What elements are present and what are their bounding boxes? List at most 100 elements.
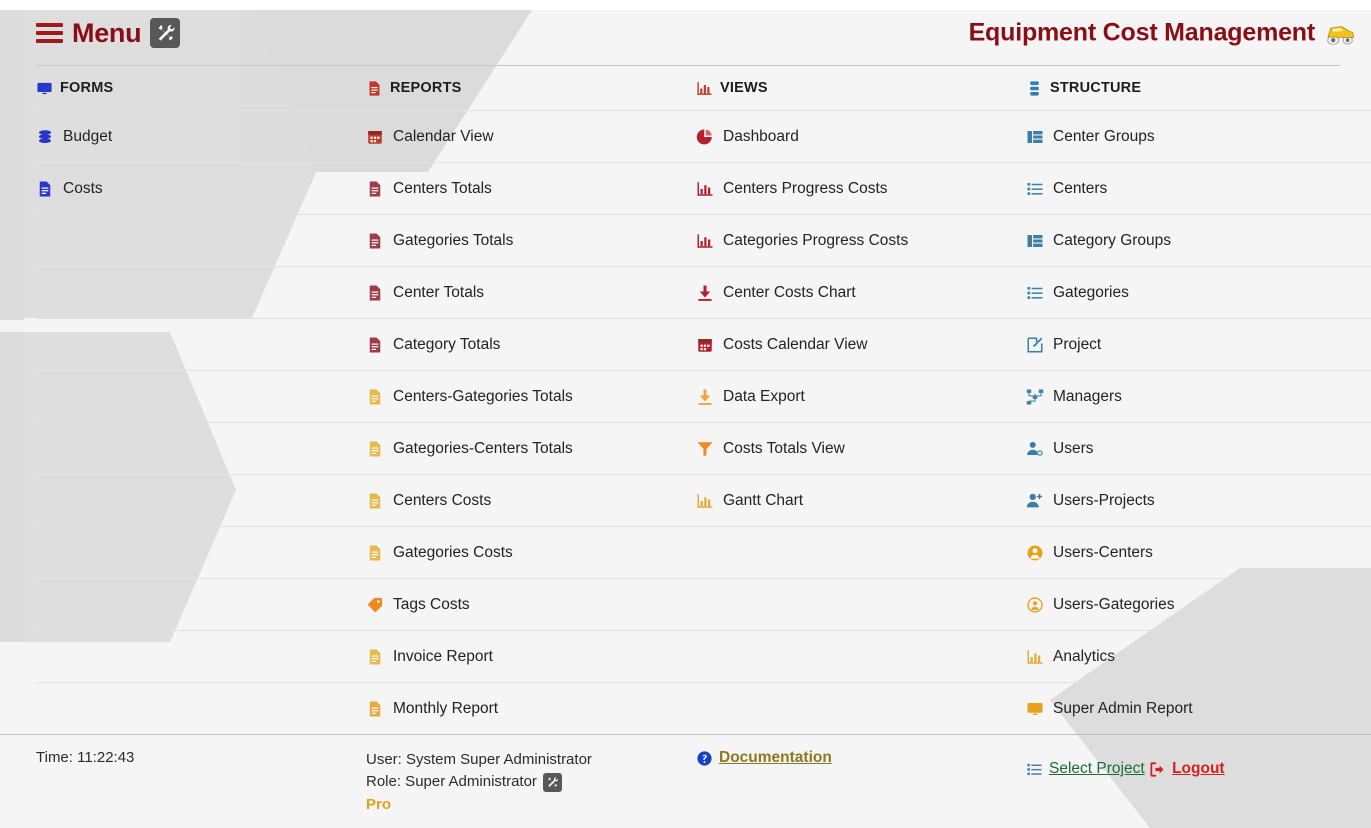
table-rows-icon [1026, 128, 1044, 146]
menu-button[interactable]: Menu [36, 18, 180, 49]
menu-grid: FORMS Budget Costs [0, 66, 1371, 734]
select-project-link[interactable]: Select Project [1026, 760, 1145, 778]
documentation-link[interactable]: Documentation [696, 749, 832, 767]
file-lines-icon [366, 180, 384, 198]
tools-icon[interactable] [150, 18, 180, 48]
list-icon [1026, 284, 1044, 302]
column-header-views: VIEWS [696, 66, 1026, 110]
menu-item-users[interactable]: Users [1026, 422, 1371, 474]
file-lines-icon [366, 232, 384, 250]
user-circle-outline-icon [1026, 596, 1044, 614]
menu-item-data-export[interactable]: Data Export [696, 370, 1026, 422]
menu-item-centers-gategories-totals[interactable]: Centers-Gategories Totals [366, 370, 696, 422]
file-lines-icon [366, 648, 384, 666]
menu-item-users-centers[interactable]: Users-Centers [1026, 526, 1371, 578]
spacer-row [696, 630, 1026, 682]
footer-docs-block: Documentation [696, 749, 1026, 817]
footer-role-row: Role: Super Administrator [366, 771, 696, 793]
menu-item-centers-totals[interactable]: Centers Totals [366, 162, 696, 214]
menu-item-managers[interactable]: Managers [1026, 370, 1371, 422]
menu-item-project[interactable]: Project [1026, 318, 1371, 370]
menu-item-categories-progress-costs[interactable]: Categories Progress Costs [696, 214, 1026, 266]
menu-item-label: Center Groups [1053, 128, 1155, 146]
list-icon [1026, 761, 1043, 778]
column-title: VIEWS [720, 80, 768, 96]
menu-item-budget[interactable]: Budget [36, 110, 366, 162]
menu-item-label: Category Groups [1053, 232, 1171, 250]
menu-item-tags-costs[interactable]: Tags Costs [366, 578, 696, 630]
menu-item-label: Centers [1053, 180, 1107, 198]
menu-item-label: Data Export [723, 388, 805, 406]
calendar-icon [366, 128, 384, 146]
column-title: FORMS [60, 80, 113, 96]
menu-item-gategories-totals[interactable]: Gategories Totals [366, 214, 696, 266]
column-title: STRUCTURE [1050, 80, 1141, 96]
menu-item-users-gategories[interactable]: Users-Gategories [1026, 578, 1371, 630]
menu-item-costs-calendar-view[interactable]: Costs Calendar View [696, 318, 1026, 370]
menu-item-gategories-centers-totals[interactable]: Gategories-Centers Totals [366, 422, 696, 474]
tag-icon [366, 596, 384, 614]
menu-item-category-totals[interactable]: Category Totals [366, 318, 696, 370]
menu-item-center-totals[interactable]: Center Totals [366, 266, 696, 318]
server-stack-icon [1026, 80, 1043, 97]
menu-item-category-groups[interactable]: Category Groups [1026, 214, 1371, 266]
file-lines-icon [366, 544, 384, 562]
menu-item-gategories[interactable]: Gategories [1026, 266, 1371, 318]
menu-item-gategories-costs[interactable]: Gategories Costs [366, 526, 696, 578]
menu-item-gantt-chart[interactable]: Gantt Chart [696, 474, 1026, 526]
bar-chart-icon [696, 232, 714, 250]
spacer-row [36, 630, 366, 682]
menu-item-invoice-report[interactable]: Invoice Report [366, 630, 696, 682]
menu-item-costs-totals-view[interactable]: Costs Totals View [696, 422, 1026, 474]
menu-item-label: Category Totals [393, 336, 500, 354]
column-title: REPORTS [390, 80, 462, 96]
tools-icon[interactable] [543, 773, 562, 792]
menu-item-costs[interactable]: Costs [36, 162, 366, 214]
bar-chart-icon [696, 180, 714, 198]
spacer-row [36, 578, 366, 630]
monitor-icon [1026, 700, 1044, 718]
sitemap-icon [1026, 388, 1044, 406]
menu-item-analytics[interactable]: Analytics [1026, 630, 1371, 682]
select-project-label: Select Project [1049, 760, 1145, 778]
menu-item-label: Users [1053, 440, 1093, 458]
spacer-row [36, 682, 366, 734]
construction-equipment-icon [1323, 21, 1357, 45]
menu-item-monthly-report[interactable]: Monthly Report [366, 682, 696, 734]
menu-item-centers-costs[interactable]: Centers Costs [366, 474, 696, 526]
file-lines-icon [366, 284, 384, 302]
page-header: Menu Equipment Cost Management [0, 0, 1371, 66]
menu-item-users-projects[interactable]: Users-Projects [1026, 474, 1371, 526]
spacer-row [36, 318, 366, 370]
menu-item-super-admin-report[interactable]: Super Admin Report [1026, 682, 1371, 734]
hamburger-icon[interactable] [36, 23, 63, 43]
logout-label: Logout [1172, 760, 1225, 778]
logout-link[interactable]: Logout [1149, 760, 1225, 778]
spacer-row [36, 214, 366, 266]
question-circle-icon [696, 750, 713, 767]
column-views: VIEWS Dashboard Centers Progress Costs [696, 66, 1026, 734]
menu-item-label: Managers [1053, 388, 1122, 406]
menu-item-centers-progress-costs[interactable]: Centers Progress Costs [696, 162, 1026, 214]
app-title-text: Equipment Cost Management [969, 19, 1315, 48]
column-reports: REPORTS Calendar View Centers Totals [366, 66, 696, 734]
column-header-structure: STRUCTURE [1026, 66, 1371, 110]
user-gear-icon [1026, 440, 1044, 458]
user-plus-icon [1026, 492, 1044, 510]
menu-item-label: Gategories-Centers Totals [393, 440, 573, 458]
file-report-icon [366, 80, 383, 97]
file-lines-icon [366, 700, 384, 718]
menu-item-center-costs-chart[interactable]: Center Costs Chart [696, 266, 1026, 318]
menu-item-label: Calendar View [393, 128, 494, 146]
footer-plan-badge: Pro [366, 793, 696, 817]
menu-item-centers[interactable]: Centers [1026, 162, 1371, 214]
menu-item-label: Centers-Gategories Totals [393, 388, 573, 406]
file-lines-icon [366, 492, 384, 510]
menu-item-center-groups[interactable]: Center Groups [1026, 110, 1371, 162]
menu-item-calendar-view[interactable]: Calendar View [366, 110, 696, 162]
footer-user-block: User: System Super Administrator Role: S… [366, 749, 696, 817]
edit-square-icon [1026, 336, 1044, 354]
bar-chart-icon [696, 492, 714, 510]
coins-stack-icon [36, 128, 54, 146]
menu-item-dashboard[interactable]: Dashboard [696, 110, 1026, 162]
